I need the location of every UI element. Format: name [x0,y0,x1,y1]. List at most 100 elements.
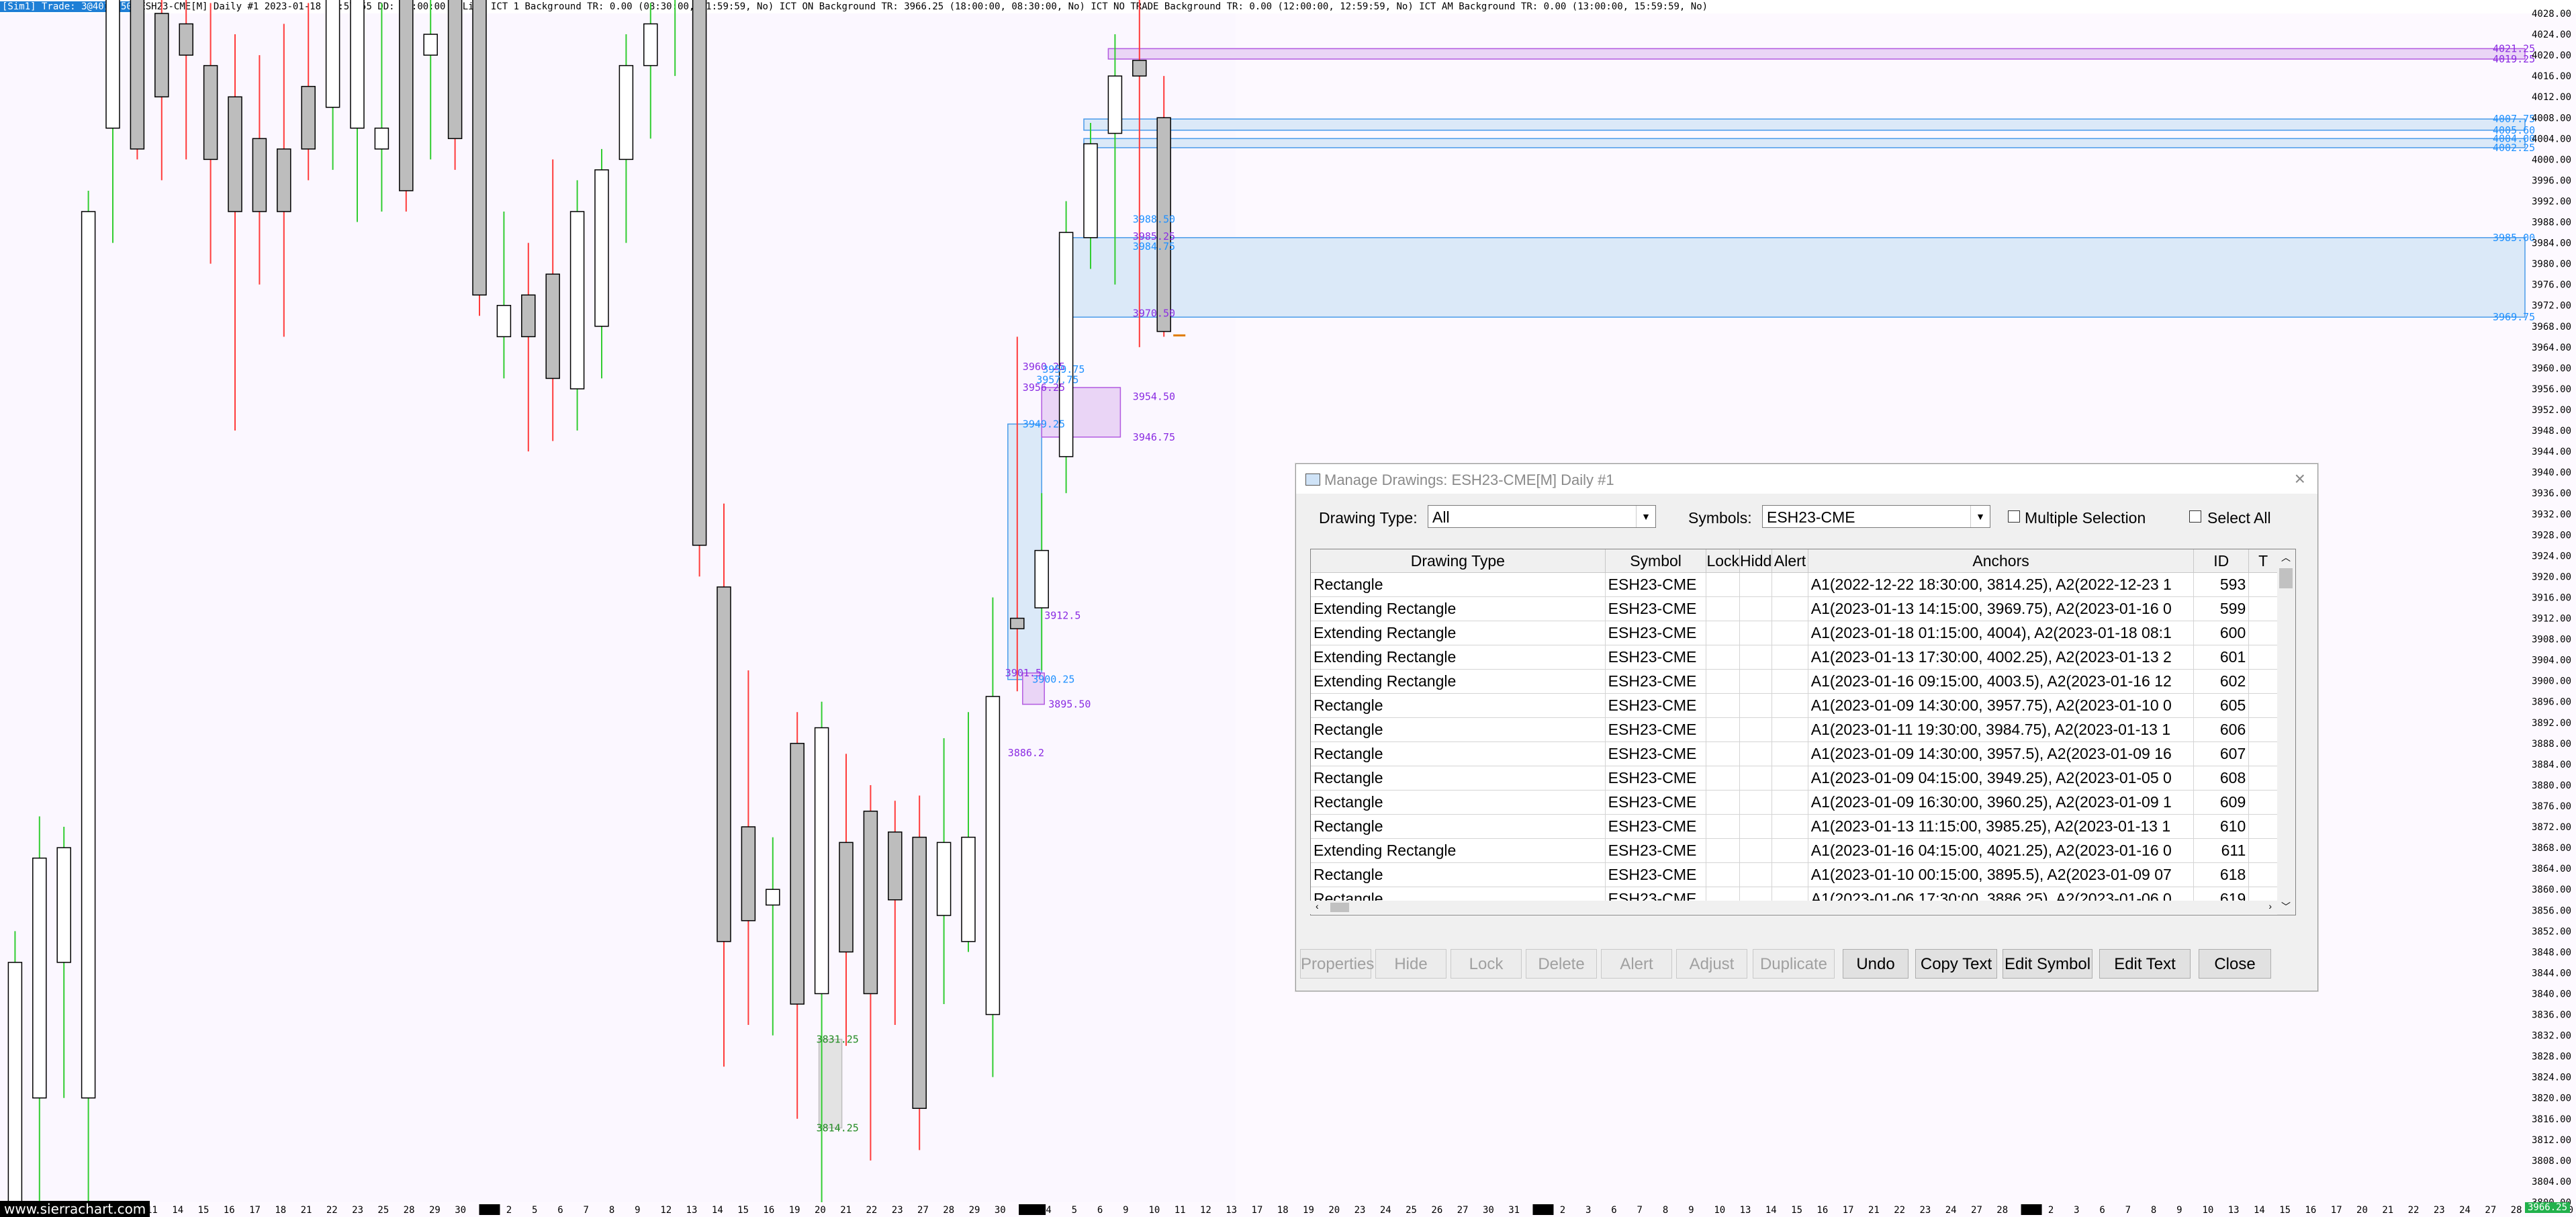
lock-button[interactable]: Lock [1451,949,1522,979]
column-header[interactable]: T [2248,549,2278,573]
candle-body[interactable] [545,273,560,379]
adjust-button[interactable]: Adjust [1676,949,1747,979]
table-row[interactable]: Extending Rectangle ESH23-CME A1(2023-01-1… [1311,596,2278,621]
candle-body[interactable] [1010,617,1025,629]
table-row[interactable]: Extending Rectangle ESH23-CME A1(2023-01-1… [1311,645,2278,670]
candle-body[interactable] [277,148,291,212]
scrollbar-thumb[interactable] [2279,568,2293,588]
scroll-left-icon[interactable]: ‹ [1316,901,1319,911]
column-header[interactable]: Drawing Type [1311,549,1606,573]
candle-body[interactable] [350,0,365,129]
candle-body[interactable] [472,0,487,296]
candle-body[interactable] [7,962,23,1203]
symbols-value: ESH23-CME [1767,508,1855,526]
close-icon[interactable]: × [2295,468,2305,490]
table-row[interactable]: Rectangle ESH23-CME A1(2022-12-22 18:30:00… [1311,572,2278,597]
edit-text-button[interactable]: Edit Text [2099,949,2191,979]
candle-body[interactable] [618,64,634,161]
candle-body[interactable] [423,34,438,56]
drawings-table[interactable]: Drawing Type Symbol Lock Hidd Alert Anchors ID… [1310,549,2279,915]
scroll-down-icon[interactable]: ﹀ [2281,900,2291,913]
multiple-selection-checkbox[interactable] [2008,510,2020,523]
table-row[interactable]: Rectangle ESH23-CME A1(2023-01-09 04:15:00… [1311,766,2278,791]
candle-body[interactable] [252,138,267,212]
table-row[interactable]: Rectangle ESH23-CME A1(2023-01-11 19:30:00… [1311,717,2278,742]
candle-body[interactable] [717,586,731,942]
zone-extending-rectangle[interactable] [1083,118,2526,131]
candle-body[interactable] [741,826,756,921]
scrollbar-thumb[interactable] [1330,903,1349,912]
candle-body[interactable] [594,169,609,327]
candle-body[interactable] [1083,143,1098,238]
candle-body[interactable] [790,743,804,1005]
undo-button[interactable]: Undo [1843,949,1908,979]
table-row[interactable]: Rectangle ESH23-CME A1(2023-01-09 14:30:00… [1311,741,2278,766]
column-header[interactable]: Anchors [1808,549,2195,573]
candle-body[interactable] [154,13,169,97]
column-header[interactable]: ID [2193,549,2250,573]
candle-body[interactable] [912,836,927,1110]
candle-body[interactable] [766,889,780,906]
candle-body[interactable] [301,85,316,150]
drawing-type-select[interactable]: All ▼ [1428,505,1656,528]
zone-extending-rectangle[interactable] [1058,237,2526,318]
candle-body[interactable] [643,23,658,66]
candle-body[interactable] [81,211,96,1099]
table-row[interactable]: Extending Rectangle ESH23-CME A1(2023-01-1… [1311,669,2278,694]
table-row[interactable]: Rectangle ESH23-CME A1(2023-01-09 16:30:00… [1311,790,2278,815]
edit-symbol-button[interactable]: Edit Symbol [2003,949,2092,979]
vertical-scrollbar[interactable]: ︿ ﹀ [2277,549,2296,915]
candle-body[interactable] [447,0,463,140]
candle-body[interactable] [569,211,585,390]
candle-body[interactable] [1034,549,1049,608]
candle-body[interactable] [961,836,976,942]
properties-button[interactable]: Properties [1300,949,1374,979]
table-row[interactable]: Extending Rectangle ESH23-CME A1(2023-01-1… [1311,621,2278,645]
symbols-select[interactable]: ESH23-CME ▼ [1762,505,1990,528]
candle-body[interactable] [888,831,903,901]
table-row[interactable]: Rectangle ESH23-CME A1(2023-01-10 00:15:00… [1311,862,2278,887]
select-all-checkbox[interactable] [2189,510,2201,523]
candle-body[interactable] [203,64,218,161]
candle-body[interactable] [56,847,71,963]
candle-body[interactable] [496,304,512,338]
table-row[interactable]: Rectangle ESH23-CME A1(2023-01-13 11:15:00… [1311,814,2278,839]
candle-body[interactable] [32,857,47,1099]
delete-button[interactable]: Delete [1526,949,1597,979]
candle-body[interactable] [374,128,389,150]
column-header[interactable]: Alert [1772,549,1808,573]
candle-body[interactable] [814,727,829,995]
candle-body[interactable] [325,0,340,108]
hide-button[interactable]: Hide [1375,949,1446,979]
candle-body[interactable] [1132,60,1147,77]
zone-extending-rectangle[interactable] [1107,48,2526,60]
column-header[interactable]: Symbol [1605,549,1707,573]
zone-extending-rectangle[interactable] [1083,138,2526,148]
copy-text-button[interactable]: Copy Text [1915,949,1997,979]
candle-body[interactable] [130,0,145,150]
date-axis-label: 13 [2228,1205,2240,1216]
alert-button[interactable]: Alert [1601,949,1672,979]
candle-body[interactable] [399,0,414,191]
candle-body[interactable] [839,842,854,953]
candle-body[interactable] [521,294,536,338]
candle-body[interactable] [863,811,878,995]
column-header[interactable]: Lock [1706,549,1741,573]
table-row[interactable]: Rectangle ESH23-CME A1(2023-01-09 14:30:00… [1311,693,2278,718]
candle-body[interactable] [985,696,1001,1016]
close-button[interactable]: Close [2199,949,2271,979]
candle-body[interactable] [1107,75,1123,134]
candle-body[interactable] [228,96,242,212]
table-row[interactable]: Extending Rectangle ESH23-CME A1(2023-01-1… [1311,838,2278,863]
candle-body[interactable] [936,842,952,916]
column-header[interactable]: Hidd [1739,549,1773,573]
scroll-right-icon[interactable]: › [2268,901,2272,911]
candle-body[interactable] [105,0,120,129]
zone-rectangle[interactable] [818,1038,843,1129]
horizontal-scrollbar[interactable]: ‹ › [1310,901,2277,914]
scroll-up-icon[interactable]: ︿ [2281,551,2291,564]
candle-body[interactable] [692,0,707,546]
duplicate-button[interactable]: Duplicate [1753,949,1835,979]
candle-body[interactable] [179,23,193,56]
dialog-titlebar[interactable]: Manage Drawings: ESH23-CME[M] Daily #1 × [1296,464,2317,494]
